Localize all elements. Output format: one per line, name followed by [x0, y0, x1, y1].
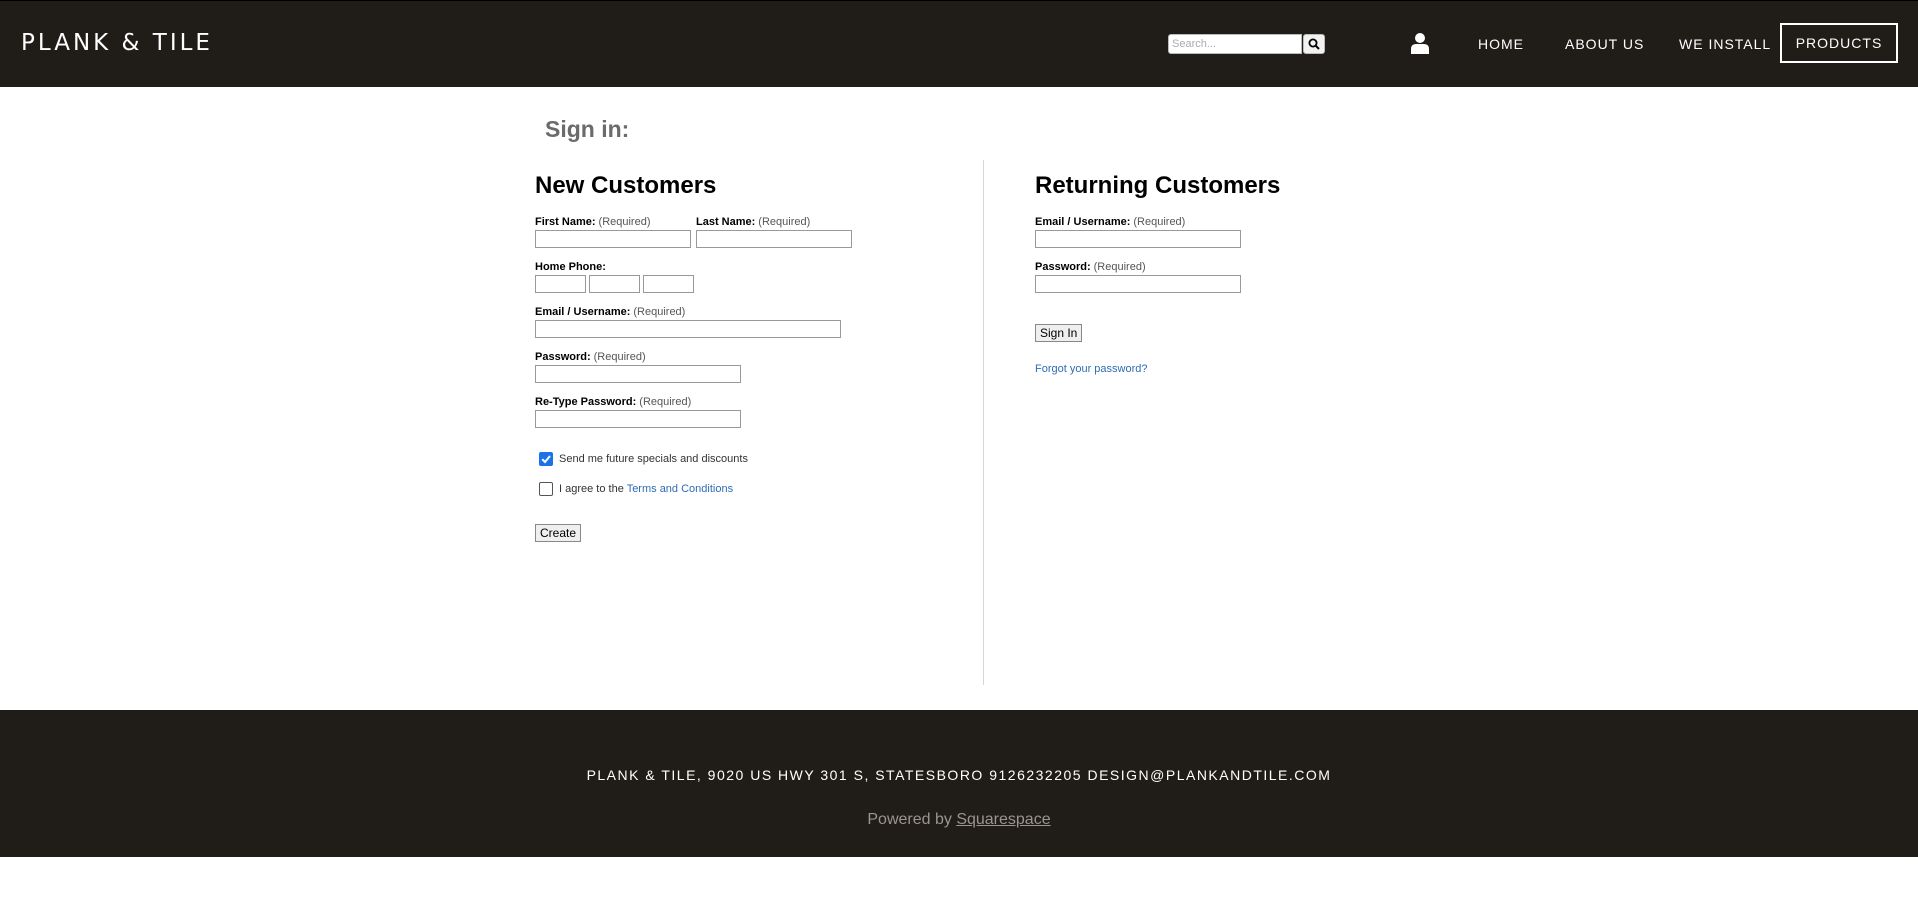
new-customers-heading: New Customers: [535, 172, 717, 199]
first-name-label: First Name: (Required): [535, 216, 651, 228]
first-name-field[interactable]: [535, 230, 691, 248]
site-header: PLANK & TILE HOME ABOUT US WE INSTALL PR…: [0, 0, 1918, 87]
nav-home: HOME: [1478, 1, 1524, 87]
nav-about: ABOUT US: [1565, 1, 1644, 87]
page-title: Sign in:: [545, 116, 630, 142]
nav-link-about-us[interactable]: ABOUT US: [1565, 36, 1644, 52]
create-button[interactable]: Create: [535, 524, 582, 542]
search-bar: [1168, 34, 1325, 54]
phone-line-number-field[interactable]: [643, 275, 694, 293]
returning-password-label: Password: (Required): [1035, 261, 1146, 273]
user-account-icon[interactable]: [1411, 32, 1429, 54]
returning-customers-heading: Returning Customers: [1035, 172, 1281, 199]
column-divider: [983, 160, 984, 685]
sign-in-button[interactable]: Sign In: [1035, 324, 1083, 342]
forgot-password-link[interactable]: Forgot your password?: [1035, 363, 1148, 375]
returning-email-field[interactable]: [1035, 230, 1241, 248]
retype-password-field[interactable]: [535, 410, 741, 428]
site-footer: PLANK & TILE, 9020 US HWY 301 S, STATESB…: [0, 710, 1918, 857]
squarespace-link[interactable]: Squarespace: [956, 811, 1050, 828]
new-email-label: Email / Username: (Required): [535, 306, 686, 318]
nav-install: WE INSTALL: [1679, 1, 1771, 87]
search-icon: [1308, 38, 1320, 50]
nav-link-we-install[interactable]: WE INSTALL: [1679, 36, 1771, 52]
nav-link-home[interactable]: HOME: [1478, 36, 1524, 52]
terms-label: I agree to the Terms and Conditions: [559, 483, 734, 495]
search-button[interactable]: [1303, 34, 1325, 54]
returning-email-label: Email / Username: (Required): [1035, 216, 1186, 228]
site-logo[interactable]: PLANK & TILE: [21, 30, 213, 56]
specials-label: Send me future specials and discounts: [559, 453, 748, 465]
new-password-field[interactable]: [535, 365, 741, 383]
phone-area-code-field[interactable]: [535, 275, 586, 293]
footer-address: PLANK & TILE, 9020 US HWY 301 S, STATESB…: [586, 767, 1332, 783]
home-phone-label: Home Phone:: [535, 261, 606, 273]
phone-prefix-field[interactable]: [589, 275, 640, 293]
specials-checkbox[interactable]: [539, 452, 553, 466]
new-email-field[interactable]: [535, 320, 841, 338]
new-password-label: Password: (Required): [535, 351, 646, 363]
retype-password-label: Re-Type Password: (Required): [535, 396, 692, 408]
powered-by: Powered by Squarespace: [867, 811, 1051, 828]
terms-link[interactable]: Terms and Conditions: [627, 483, 733, 495]
returning-password-field[interactable]: [1035, 275, 1241, 293]
terms-checkbox[interactable]: [539, 482, 553, 496]
checkmark-icon: [541, 455, 551, 464]
last-name-label: Last Name: (Required): [696, 216, 811, 228]
last-name-field[interactable]: [696, 230, 852, 248]
search-input[interactable]: [1168, 34, 1302, 54]
nav-link-products[interactable]: PRODUCTS: [1780, 23, 1898, 63]
